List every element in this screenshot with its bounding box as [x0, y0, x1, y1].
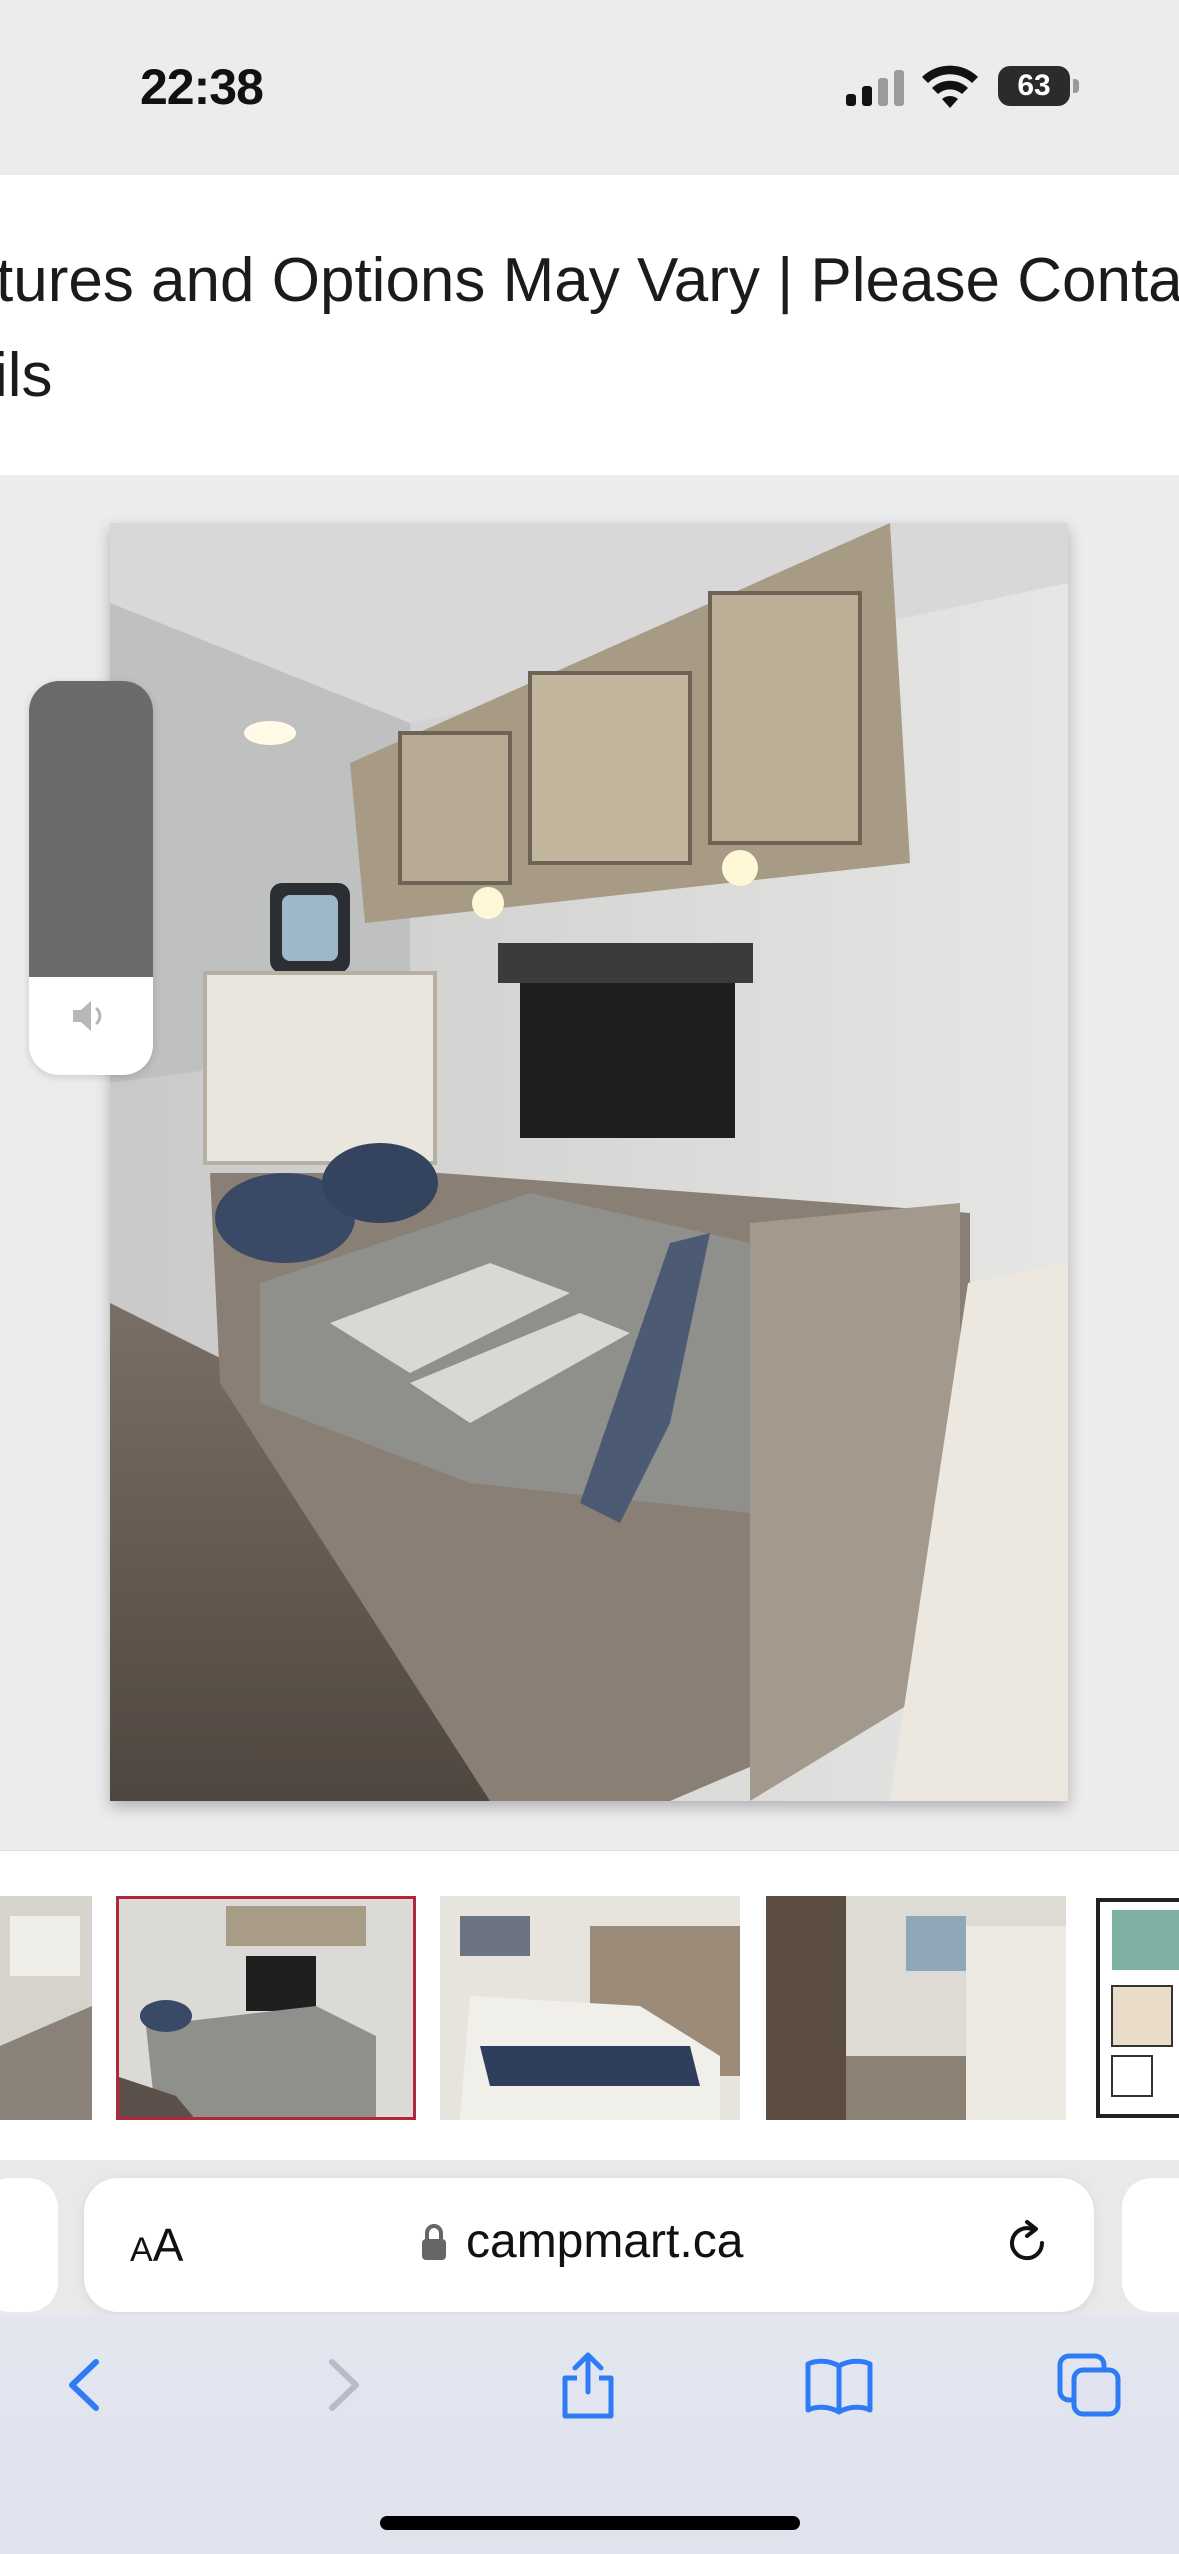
thumbnail-2[interactable]	[440, 1896, 740, 2120]
volume-indicator	[29, 681, 153, 1075]
thumbnail-0[interactable]	[0, 1896, 92, 2120]
home-indicator[interactable]	[380, 2516, 800, 2530]
back-icon[interactable]	[52, 2350, 122, 2420]
reader-mode-button[interactable]: AA	[130, 2218, 183, 2272]
cellular-signal-icon	[846, 70, 904, 106]
previous-tab-edge[interactable]	[0, 2178, 58, 2312]
main-photo-rv-dinette[interactable]	[110, 523, 1068, 1801]
disclaimer-banner: tures and Options May Vary | Please Cont…	[0, 175, 1179, 475]
bookmarks-icon[interactable]	[804, 2350, 874, 2420]
share-icon[interactable]	[553, 2350, 623, 2420]
forward-icon[interactable]	[306, 2350, 376, 2420]
wifi-icon	[922, 65, 978, 108]
battery-icon: 63	[998, 66, 1080, 106]
lock-icon	[422, 2224, 446, 2260]
thumbnail-4-floorplan[interactable]	[1092, 1896, 1179, 2120]
address-bar[interactable]: AA campmart.ca	[84, 2178, 1094, 2312]
disclaimer-text-line-1: tures and Options May Vary | Please Cont…	[0, 246, 1179, 315]
thumbnail-1-selected[interactable]	[116, 1896, 416, 2120]
thumbnail-3[interactable]	[766, 1896, 1066, 2120]
speaker-icon	[73, 1001, 102, 1031]
battery-level: 63	[998, 66, 1070, 106]
tabs-icon[interactable]	[1054, 2350, 1124, 2420]
reload-icon[interactable]	[1002, 2218, 1052, 2268]
url-text[interactable]: campmart.ca	[466, 2214, 743, 2269]
disclaimer-text-line-2: ils	[0, 341, 53, 410]
next-tab-edge[interactable]	[1122, 2178, 1179, 2312]
volume-level-fill	[29, 681, 153, 977]
status-time: 22:38	[140, 59, 264, 115]
